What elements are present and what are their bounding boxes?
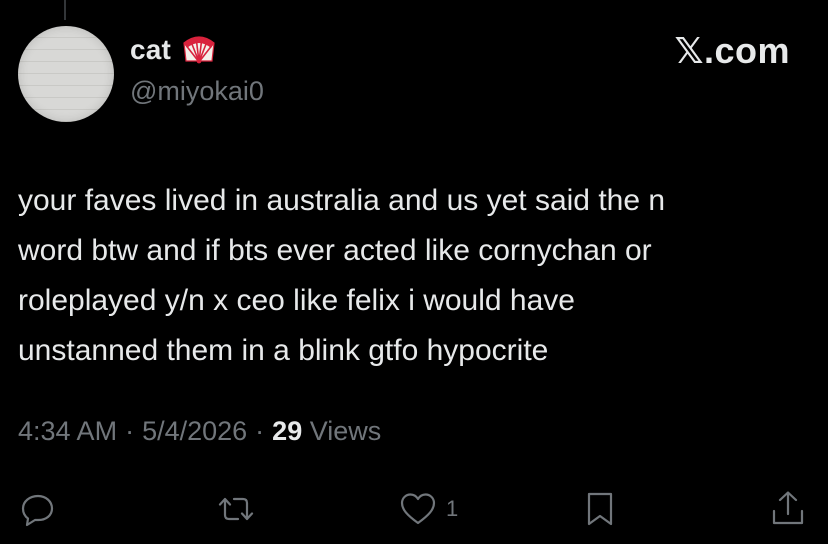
retweet-button[interactable] (216, 486, 256, 532)
tweet-time[interactable]: 4:34 AM (18, 416, 117, 447)
reply-button[interactable] (18, 486, 58, 532)
retweet-icon (218, 497, 254, 521)
like-count: 1 (446, 496, 459, 521)
tweet-text: your faves lived in australia and us yet… (18, 184, 666, 367)
share-icon (772, 491, 804, 525)
folding-fan-icon (183, 36, 215, 64)
brand-label: 𝕏.com (674, 30, 790, 71)
heart-icon (400, 493, 436, 525)
thread-connector-line (64, 0, 66, 20)
tweet-meta: 4:34 AM · 5/4/2026 · 29 Views (18, 416, 381, 447)
meta-separator: · (255, 416, 265, 446)
bookmark-icon (587, 492, 613, 526)
share-button[interactable] (768, 486, 808, 532)
bookmark-button[interactable] (580, 486, 620, 532)
meta-separator: · (125, 416, 135, 446)
tweet-date[interactable]: 5/4/2026 (142, 416, 247, 447)
like-button[interactable]: 1 (398, 486, 458, 532)
views-count: 29 (272, 416, 303, 446)
author-handle[interactable]: @miyokai0 (130, 76, 264, 107)
reply-icon (21, 494, 54, 527)
views-label: Views (309, 416, 382, 446)
action-bar: 1 (0, 482, 828, 538)
display-name[interactable]: cat (130, 34, 171, 66)
avatar[interactable] (18, 26, 114, 122)
author-name-row: cat (130, 32, 217, 68)
